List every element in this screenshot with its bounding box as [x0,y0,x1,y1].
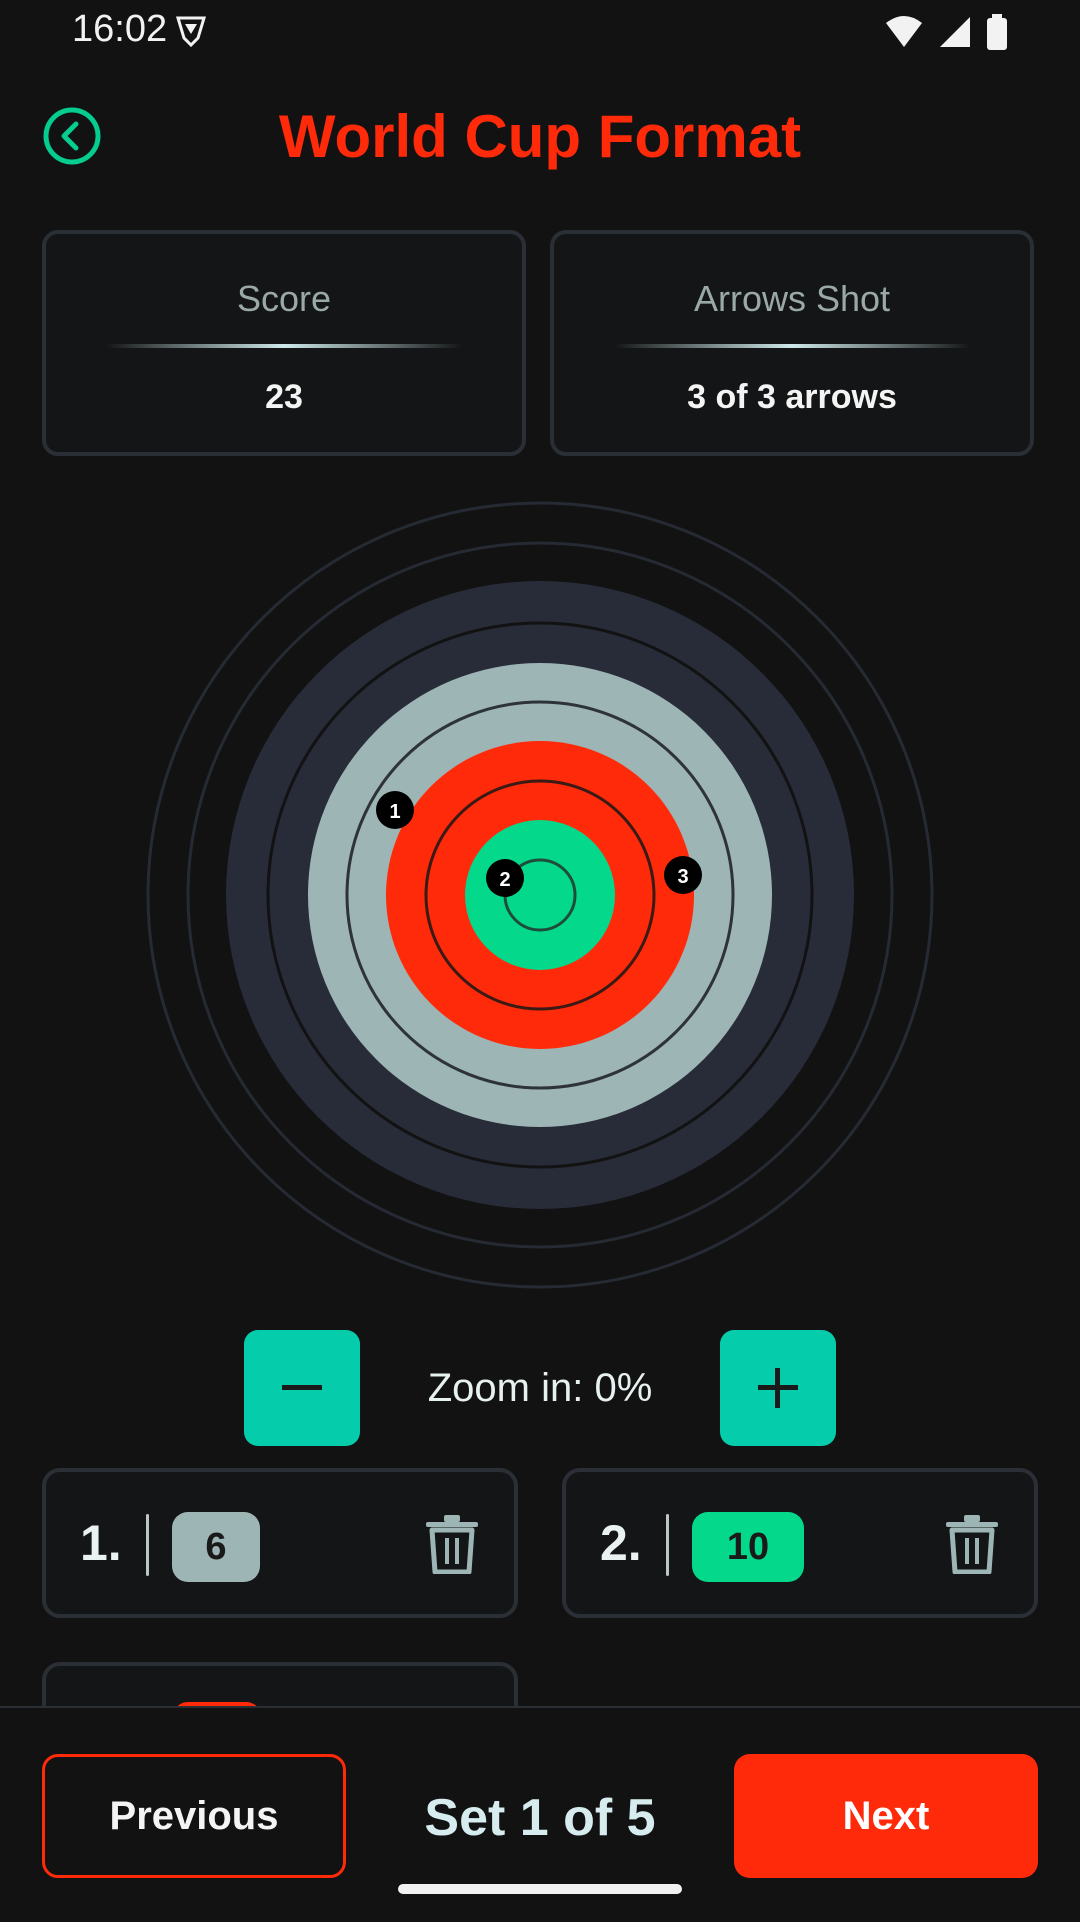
vpn-shield-icon [174,14,208,53]
status-time: 16:02 [72,8,168,50]
arrow-marker-2[interactable]: 2 [486,859,524,897]
zoom-label: Zoom in: 0% [427,1366,653,1410]
page-title: World Cup Format [278,103,802,170]
arrow-marker-label: 1 [389,801,400,823]
target-face[interactable]: 1 2 3 [140,495,940,1295]
score-label: Score [236,278,332,319]
trash-icon [946,1515,998,1575]
zoom-in-button[interactable] [720,1330,836,1446]
delete-arrow-button[interactable] [424,1514,480,1575]
signal-icon [938,15,972,54]
divider [666,1514,669,1576]
zoom-controls: Zoom in: 0% [0,1330,1080,1446]
arrows-shot-label: Arrows Shot [693,278,891,319]
target-ring-9 [465,820,615,970]
arrow-entry: 2. 10 [562,1468,1038,1618]
arrow-number: 1. [80,1515,122,1571]
arrows-shot-card: Arrows Shot 3 of 3 arrows [550,230,1034,456]
divider [106,344,462,348]
previous-button[interactable]: Previous [42,1754,346,1878]
score-card: Score 23 [42,230,526,456]
arrow-marker-1[interactable]: 1 [376,791,414,829]
arrows-shot-value: 3 of 3 arrows [687,378,897,416]
header: World Cup Format [0,90,1080,180]
wifi-icon [884,15,924,54]
arrow-marker-label: 3 [677,866,688,888]
set-indicator: Set 1 of 5 [424,1789,656,1847]
arrow-number: 2. [600,1515,642,1571]
plus-icon [758,1368,798,1408]
arrow-entry: 1. 6 [42,1468,518,1618]
arrow-marker-label: 2 [499,869,510,891]
score-value: 23 [265,378,303,416]
status-icons [884,14,1008,55]
arrow-score-badge: 10 [692,1512,804,1582]
status-bar: 16:02 [0,0,1080,64]
trash-icon [426,1515,478,1575]
arrow-marker-3[interactable]: 3 [664,856,702,894]
divider [614,344,970,348]
home-indicator[interactable] [398,1884,682,1894]
arrow-score-badge: 6 [172,1512,260,1582]
battery-icon [986,14,1008,55]
delete-arrow-button[interactable] [944,1514,1000,1575]
next-button[interactable]: Next [734,1754,1038,1878]
divider [146,1514,149,1576]
